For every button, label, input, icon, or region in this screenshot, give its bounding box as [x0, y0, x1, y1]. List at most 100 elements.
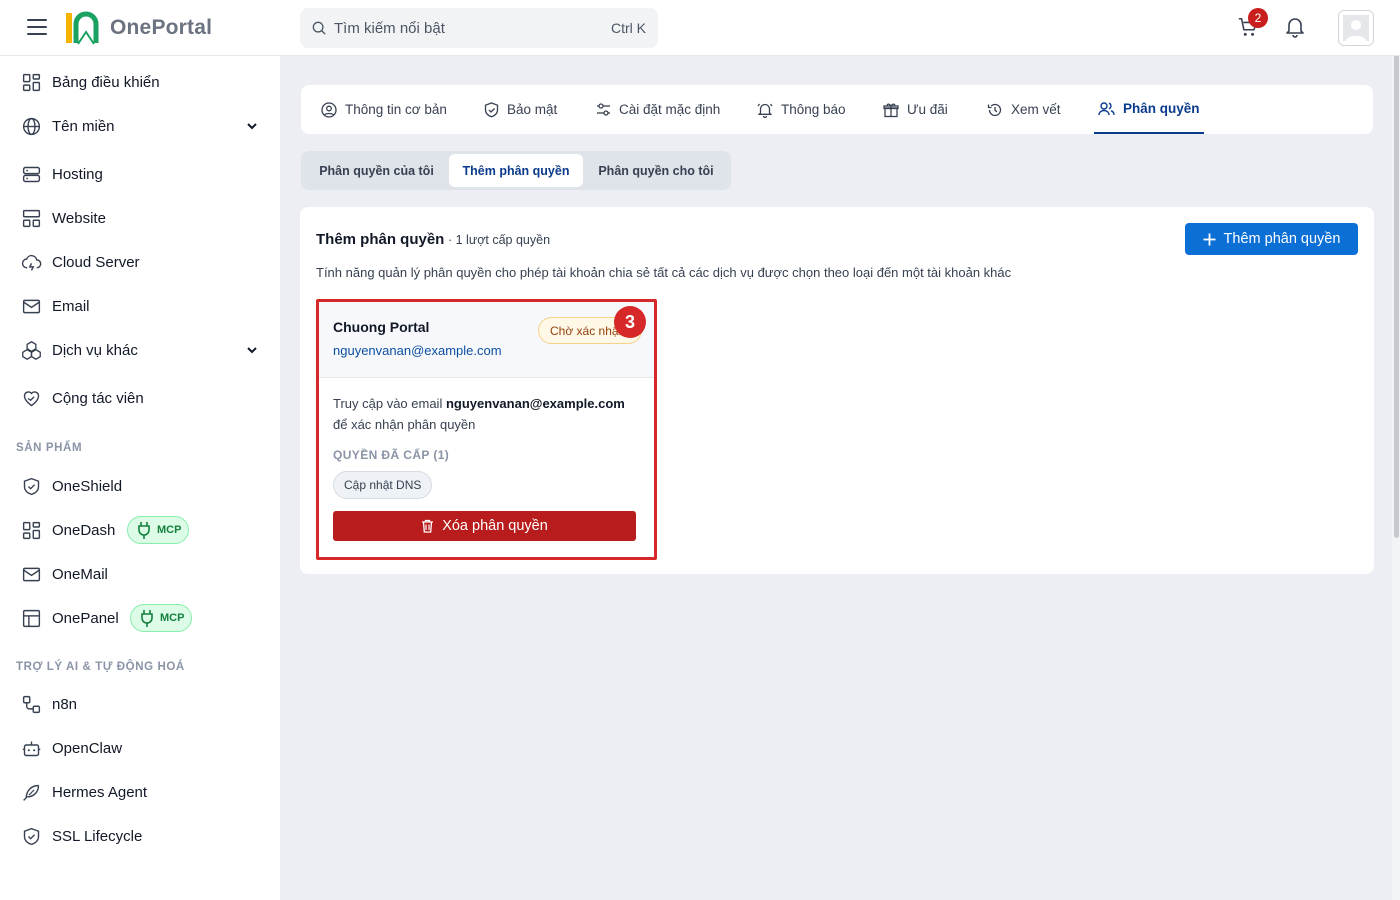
- search-bar[interactable]: Ctrl K: [300, 8, 658, 48]
- sidebar-item-onemail[interactable]: OneMail: [0, 554, 280, 594]
- sidebar-item-label: Hermes Agent: [52, 783, 148, 801]
- section-label-ai: TRỢ LÝ AI & TỰ ĐỘNG HOÁ: [16, 661, 185, 673]
- sidebar-item-label: Tên miền: [52, 117, 115, 135]
- plug-icon: [141, 610, 153, 627]
- sidebar-item-oneshield[interactable]: OneShield: [0, 466, 280, 506]
- sidebar-item-openclaw[interactable]: OpenClaw: [0, 728, 280, 768]
- plug-icon: [138, 522, 150, 539]
- tab-permissions[interactable]: Phân quyền: [1094, 85, 1204, 134]
- step-marker: 3: [614, 306, 646, 338]
- sidebar-item-label: Cộng tác viên: [52, 389, 144, 407]
- tab-label: Cài đặt mặc định: [619, 102, 721, 117]
- menu-icon[interactable]: [27, 19, 47, 35]
- subtab-add-permission[interactable]: Thêm phân quyền: [449, 154, 583, 187]
- sidebar-item-label: Hosting: [52, 165, 103, 183]
- feather-icon: [23, 784, 40, 801]
- permission-card-header: Chuong Portal nguyenvanan@example.com Ch…: [319, 302, 654, 378]
- tab-notifications[interactable]: Thông báo: [757, 85, 846, 134]
- logo-mark-icon: [64, 10, 104, 46]
- layout-icon: [22, 209, 41, 228]
- tab-activity-log[interactable]: Xem vết: [987, 85, 1061, 134]
- permission-card: Chuong Portal nguyenvanan@example.com Ch…: [316, 299, 657, 560]
- grantee-email[interactable]: nguyenvanan@example.com: [333, 343, 502, 358]
- tab-label: Bảo mật: [507, 102, 558, 117]
- sidebar-item-other-services[interactable]: Dịch vụ khác: [0, 330, 280, 370]
- sidebar-item-affiliate[interactable]: Cộng tác viên: [0, 378, 280, 418]
- confirm-instruction-suffix: để xác nhận phân quyền: [333, 417, 476, 432]
- mcp-badge: MCP: [127, 516, 189, 544]
- sliders-icon: [597, 103, 610, 116]
- scrollbar-thumb[interactable]: [1394, 0, 1399, 538]
- search-input[interactable]: [334, 19, 611, 37]
- shield-icon: [23, 477, 40, 496]
- sidebar-item-label: OneShield: [52, 477, 123, 495]
- tab-offers[interactable]: Ưu đãi: [883, 85, 948, 134]
- sidebar-item-n8n[interactable]: n8n: [0, 684, 280, 724]
- granted-permissions-title: QUYỀN ĐÃ CẤP (1): [333, 448, 450, 462]
- search-icon: [312, 21, 326, 35]
- mail-icon: [22, 299, 41, 314]
- tab-label: Ưu đãi: [907, 102, 948, 117]
- top-bar: OnePortal Ctrl K 2: [0, 0, 1400, 56]
- confirm-instruction-email: nguyenvanan@example.com: [445, 396, 625, 411]
- sidebar-item-label: OneMail: [52, 565, 108, 583]
- sidebar-item-domain[interactable]: Tên miền: [0, 106, 280, 146]
- bot-icon: [22, 741, 41, 757]
- mail-icon: [22, 567, 41, 582]
- sidebar-item-label: Email: [52, 297, 90, 315]
- mcp-badge-label: MCP: [160, 612, 185, 624]
- sidebar-item-label: Bảng điều khiển: [52, 73, 160, 91]
- sidebar-item-label: SSL Lifecycle: [52, 827, 143, 845]
- permission-subtabs: Phân quyền của tôi Thêm phân quyền Phân …: [301, 151, 731, 190]
- sidebar-item-cloud-server[interactable]: Cloud Server: [0, 242, 280, 282]
- sidebar-item-hermes-agent[interactable]: Hermes Agent: [0, 772, 280, 812]
- tab-basic-info[interactable]: Thông tin cơ bản: [321, 85, 447, 134]
- sidebar-item-label: Website: [52, 209, 106, 227]
- subtab-permissions-for-me[interactable]: Phân quyền cho tôi: [585, 154, 727, 187]
- tab-label: Thông tin cơ bản: [345, 102, 447, 117]
- sidebar-item-label: OnePanel: [52, 609, 119, 627]
- mcp-badge-label: MCP: [157, 524, 182, 536]
- tab-label: Phân quyền: [1123, 101, 1200, 116]
- sidebar-item-label: n8n: [52, 695, 78, 713]
- gift-icon: [883, 102, 899, 117]
- users-icon: [1098, 101, 1115, 115]
- subtab-my-permissions[interactable]: Phân quyền của tôi: [305, 154, 448, 187]
- mcp-badge: MCP: [130, 604, 192, 632]
- settings-tabs: Thông tin cơ bản Bảo mật Cài đặt mặc địn…: [301, 85, 1373, 134]
- sidebar-item-label: OneDash: [52, 521, 116, 539]
- sidebar-item-email[interactable]: Email: [0, 286, 280, 326]
- sidebar-item-onepanel[interactable]: OnePanel MCP: [0, 598, 280, 638]
- logo-text: OnePortal: [110, 16, 213, 39]
- panel-icon: [22, 609, 41, 628]
- bell-icon[interactable]: [1285, 16, 1307, 40]
- tab-security[interactable]: Bảo mật: [484, 85, 557, 134]
- tab-default-settings[interactable]: Cài đặt mặc định: [596, 85, 720, 134]
- section-label-products: SẢN PHẨM: [16, 442, 83, 454]
- dashboard-icon: [22, 73, 41, 92]
- confirm-instruction-prefix: Truy cập vào email: [333, 396, 443, 411]
- sidebar-item-onedash[interactable]: OneDash MCP: [0, 510, 280, 550]
- permission-chip: Cập nhật DNS: [333, 471, 433, 499]
- add-permission-button[interactable]: Thêm phân quyền: [1185, 223, 1358, 255]
- feature-description: Tính năng quản lý phân quyền cho phép tà…: [316, 265, 1012, 280]
- user-circle-icon: [321, 101, 337, 118]
- sidebar-item-hosting[interactable]: Hosting: [0, 154, 280, 194]
- cloud-icon: [21, 254, 42, 271]
- shield-check-icon: [23, 827, 40, 846]
- sidebar-item-website[interactable]: Website: [0, 198, 280, 238]
- dashboard-icon: [22, 521, 41, 540]
- page-title: Thêm phân quyền: [316, 231, 445, 248]
- logo[interactable]: OnePortal: [64, 10, 212, 46]
- handshake-heart-icon: [23, 391, 40, 407]
- avatar[interactable]: [1338, 10, 1374, 46]
- delete-permission-button[interactable]: Xóa phân quyền: [333, 511, 636, 541]
- sidebar-item-ssl-lifecycle[interactable]: SSL Lifecycle: [0, 816, 280, 856]
- sidebar-item-label: Dịch vụ khác: [52, 341, 138, 359]
- tab-label: Thông báo: [781, 102, 846, 117]
- grant-count: · 1 lượt cấp quyền: [448, 233, 551, 247]
- sidebar-item-label: Cloud Server: [52, 253, 140, 271]
- sidebar-item-dashboard[interactable]: Bảng điều khiển: [0, 62, 280, 102]
- cart-count-badge: 2: [1248, 8, 1268, 28]
- tab-label: Xem vết: [1011, 102, 1061, 117]
